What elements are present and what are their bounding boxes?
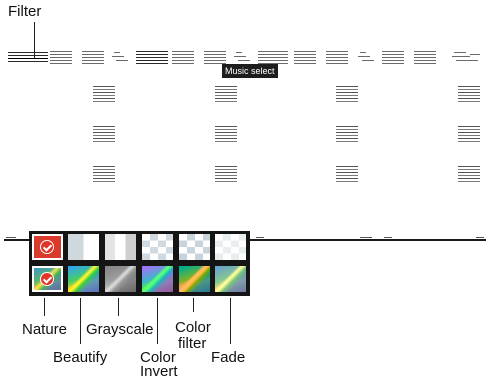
list-icon[interactable]: [336, 126, 358, 142]
list-icon[interactable]: [382, 50, 404, 64]
list-icon[interactable]: [50, 50, 72, 64]
color-invert-callout-line: [157, 298, 158, 344]
filter-nature-thumbnail[interactable]: [32, 266, 63, 292]
list-icon[interactable]: [458, 86, 480, 102]
list-icon[interactable]: [82, 50, 104, 64]
filter-nature-top[interactable]: [32, 234, 63, 260]
color-filter-callout-label-1: Color: [175, 319, 211, 336]
list-icon[interactable]: [336, 166, 358, 182]
music-icon[interactable]: [110, 50, 130, 64]
timeline-tick: [6, 237, 16, 238]
music-icon[interactable]: [356, 50, 376, 64]
list-icon[interactable]: [458, 126, 480, 142]
list-icon[interactable]: [336, 86, 358, 102]
filter-color-filter-top[interactable]: [179, 234, 210, 260]
color-filter-callout-label-2: filter: [178, 335, 207, 352]
nature-callout-label: Nature: [22, 321, 68, 338]
fade-callout-label: Fade: [211, 349, 246, 366]
filter-color-invert-top[interactable]: [142, 234, 173, 260]
list-icon[interactable]: [215, 126, 237, 142]
list-icon[interactable]: [215, 166, 237, 182]
filter-grayscale-thumbnail[interactable]: [105, 266, 136, 292]
nature-callout-line: [44, 298, 45, 316]
color-invert-callout-label-2: Invert: [140, 363, 178, 380]
beautify-callout-line: [80, 298, 81, 344]
beautify-callout-label: Beautify: [53, 349, 108, 366]
color-filter-callout-line: [193, 298, 194, 312]
check-icon: [40, 240, 54, 254]
list-icon[interactable]: [294, 50, 316, 64]
music-icon[interactable]: [450, 50, 480, 64]
grayscale-callout-line: [118, 298, 119, 316]
check-icon: [40, 272, 54, 286]
list-icon[interactable]: [204, 50, 226, 64]
filter-color-filter-thumbnail[interactable]: [179, 266, 210, 292]
list-icon[interactable]: [414, 50, 436, 64]
filter-fade-thumbnail[interactable]: [215, 266, 246, 292]
list-icon[interactable]: [458, 166, 480, 182]
list-icon[interactable]: [136, 50, 168, 64]
grayscale-callout-label: Grayscale: [86, 321, 154, 338]
fade-callout-line: [230, 298, 231, 344]
list-icon[interactable]: [172, 50, 194, 64]
filter-fade-top[interactable]: [215, 234, 246, 260]
filter-callout-label: Filter: [8, 3, 42, 20]
timeline-tick: [360, 237, 372, 238]
music-select-tooltip: Music select: [222, 64, 278, 78]
filter-beautify-top[interactable]: [68, 234, 99, 260]
filter-strip: [29, 231, 250, 296]
filter-grayscale-top[interactable]: [105, 234, 136, 260]
list-icon[interactable]: [258, 50, 288, 64]
timeline-tick: [256, 237, 264, 238]
filter-color-invert-thumbnail[interactable]: [142, 266, 173, 292]
list-icon[interactable]: [93, 86, 115, 102]
list-icon[interactable]: [326, 50, 348, 64]
timeline-tick: [384, 237, 392, 238]
filter-icon[interactable]: [8, 50, 48, 64]
timeline-tick: [476, 237, 484, 238]
filter-beautify-thumbnail[interactable]: [68, 266, 99, 292]
list-icon[interactable]: [93, 126, 115, 142]
music-icon[interactable]: [232, 50, 252, 64]
list-icon[interactable]: [93, 166, 115, 182]
list-icon[interactable]: [215, 86, 237, 102]
